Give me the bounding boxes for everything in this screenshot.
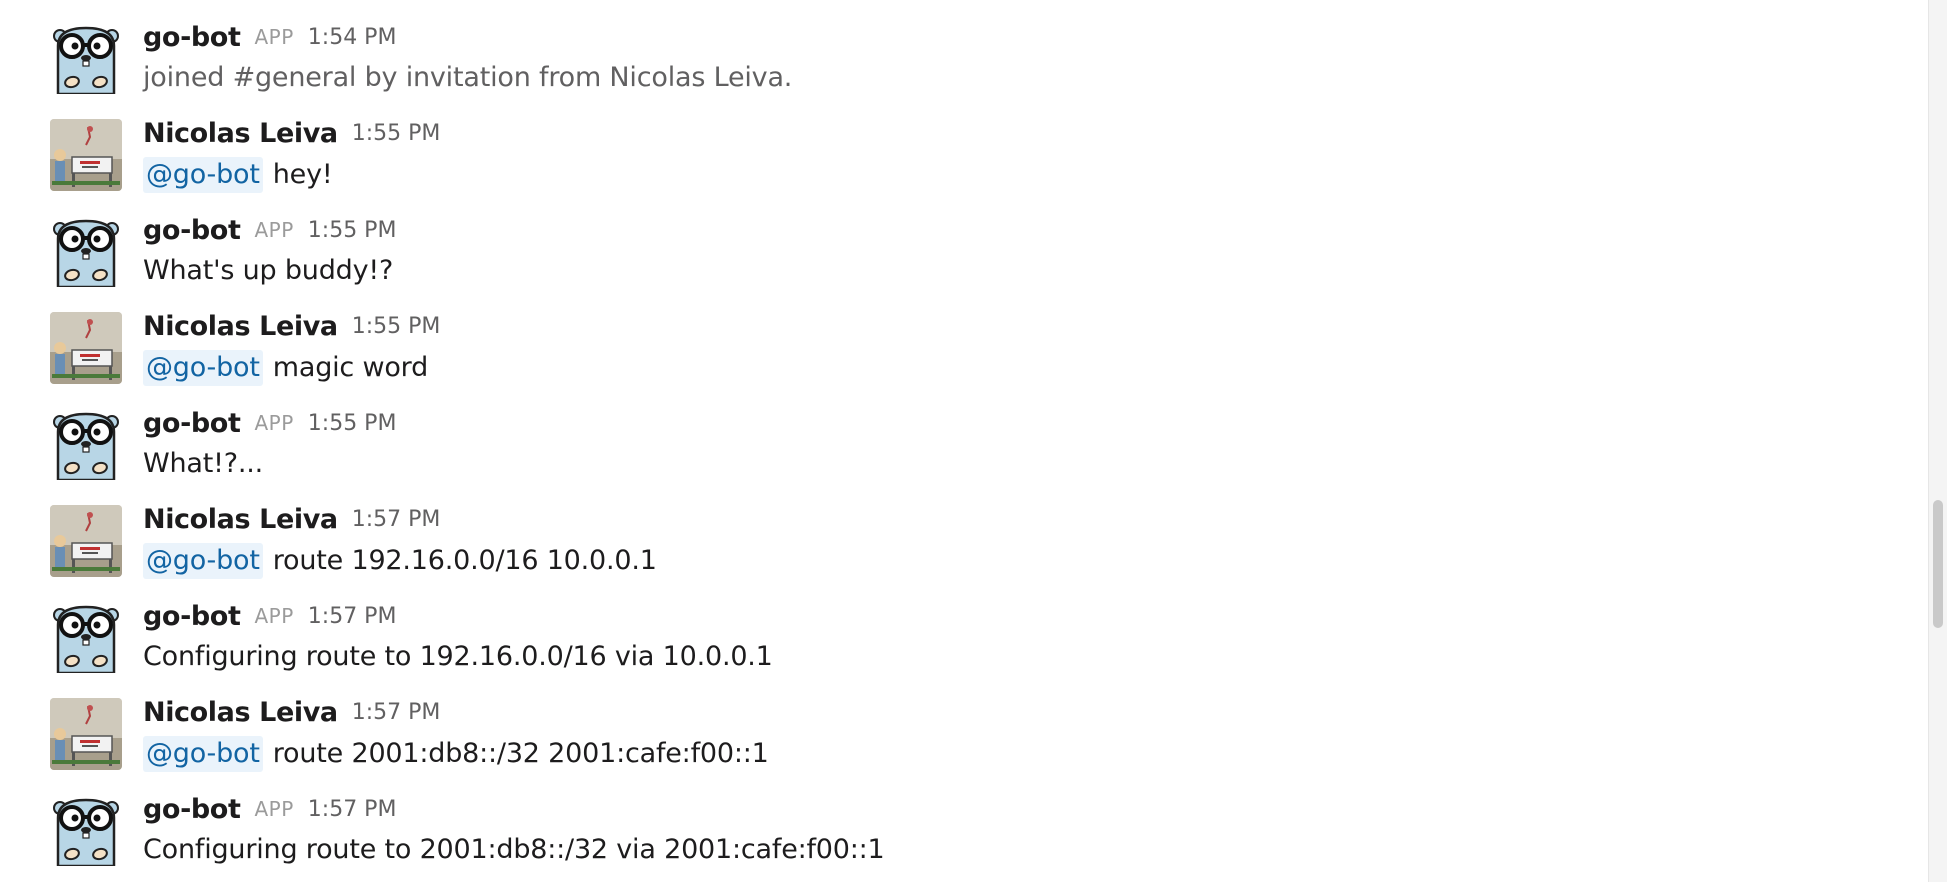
message-content: go-bot APP 1:55 PM What!?... <box>143 404 1920 482</box>
message-header: Nicolas Leiva 1:57 PM <box>143 694 1920 732</box>
message-body: Configuring route to 192.16.0.0/16 via 1… <box>143 639 1920 675</box>
message-row[interactable]: go-bot APP 1:55 PM What!?... <box>0 396 1920 493</box>
message-content: Nicolas Leiva 1:57 PM @go-bot route 2001:db… <box>143 694 1920 772</box>
message-body: @go-bot route 2001:db8::/32 2001:cafe:f00… <box>143 735 1920 772</box>
message-body: What's up buddy!? <box>143 253 1920 289</box>
gopher-glasses-icon <box>50 794 122 866</box>
message-row[interactable]: Nicolas Leiva 1:55 PM @go-bot hey! <box>0 107 1920 204</box>
message-header: Nicolas Leiva 1:57 PM <box>143 501 1920 539</box>
message-header: go-bot APP 1:57 PM <box>143 790 1920 828</box>
scrollbar[interactable] <box>1928 0 1947 882</box>
chat-viewport: go-bot APP 1:54 PM joined #general by invit… <box>0 0 1948 882</box>
message-row[interactable]: Nicolas Leiva 1:57 PM @go-bot route 192.16.… <box>0 493 1920 590</box>
message-text: Configuring route to 192.16.0.0/16 via 1… <box>143 641 773 672</box>
avatar[interactable] <box>50 794 122 866</box>
message-header: go-bot APP 1:55 PM <box>143 211 1920 249</box>
message-header: Nicolas Leiva 1:55 PM <box>143 115 1920 153</box>
message-row[interactable]: go-bot APP 1:57 PM Configuring route to 192… <box>0 589 1920 686</box>
timestamp[interactable]: 1:54 PM <box>308 25 397 50</box>
sender-name[interactable]: Nicolas Leiva <box>143 697 338 728</box>
office-illustration-icon <box>50 504 122 577</box>
message-row[interactable]: go-bot APP 1:54 PM joined #general by invit… <box>0 10 1920 107</box>
message-text: route 192.16.0.0/16 10.0.0.1 <box>272 544 657 576</box>
avatar[interactable] <box>50 697 122 770</box>
avatar[interactable] <box>50 22 122 94</box>
message-text: hey! <box>272 158 333 190</box>
message-header: go-bot APP 1:57 PM <box>143 597 1920 635</box>
avatar[interactable] <box>50 601 122 673</box>
user-mention[interactable]: @go-bot <box>143 542 263 579</box>
message-row[interactable]: Nicolas Leiva 1:55 PM @go-bot magic word <box>0 300 1920 397</box>
message-body: @go-bot route 192.16.0.0/16 10.0.0.1 <box>143 542 1920 579</box>
sender-name[interactable]: Nicolas Leiva <box>143 311 338 342</box>
scrollbar-thumb[interactable] <box>1933 500 1943 628</box>
office-illustration-icon <box>50 118 122 191</box>
avatar[interactable] <box>50 311 122 384</box>
sender-name[interactable]: go-bot <box>143 794 241 825</box>
message-list: go-bot APP 1:54 PM joined #general by invit… <box>0 10 1920 879</box>
message-content: go-bot APP 1:54 PM joined #general by invit… <box>143 18 1920 96</box>
user-mention[interactable]: @go-bot <box>143 349 263 386</box>
message-header: go-bot APP 1:55 PM <box>143 404 1920 442</box>
message-text: magic word <box>272 351 429 383</box>
gopher-glasses-icon <box>50 215 122 287</box>
avatar[interactable] <box>50 118 122 191</box>
message-text: What's up buddy!? <box>143 255 394 286</box>
message-body: @go-bot hey! <box>143 156 1920 193</box>
message-row[interactable]: go-bot APP 1:57 PM Configuring route to 200… <box>0 782 1920 879</box>
avatar[interactable] <box>50 215 122 287</box>
office-illustration-icon <box>50 697 122 770</box>
message-body: joined #general by invitation from Nicol… <box>143 60 1920 96</box>
gopher-glasses-icon <box>50 22 122 94</box>
app-badge: APP <box>254 604 294 628</box>
timestamp[interactable]: 1:57 PM <box>352 507 441 532</box>
gopher-glasses-icon <box>50 601 122 673</box>
message-row[interactable]: Nicolas Leiva 1:57 PM @go-bot route 2001:db… <box>0 686 1920 783</box>
message-content: Nicolas Leiva 1:55 PM @go-bot magic word <box>143 308 1920 386</box>
app-badge: APP <box>254 25 294 49</box>
message-content: Nicolas Leiva 1:55 PM @go-bot hey! <box>143 115 1920 193</box>
message-header: Nicolas Leiva 1:55 PM <box>143 308 1920 346</box>
sender-name[interactable]: go-bot <box>143 215 241 246</box>
timestamp[interactable]: 1:55 PM <box>308 411 397 436</box>
avatar[interactable] <box>50 408 122 480</box>
timestamp[interactable]: 1:57 PM <box>308 604 397 629</box>
app-badge: APP <box>254 411 294 435</box>
sender-name[interactable]: Nicolas Leiva <box>143 118 338 149</box>
message-header: go-bot APP 1:54 PM <box>143 18 1920 56</box>
timestamp[interactable]: 1:55 PM <box>352 121 441 146</box>
sender-name[interactable]: go-bot <box>143 22 241 53</box>
timestamp[interactable]: 1:57 PM <box>352 700 441 725</box>
timestamp[interactable]: 1:55 PM <box>352 314 441 339</box>
message-body: What!?... <box>143 446 1920 482</box>
timestamp[interactable]: 1:55 PM <box>308 218 397 243</box>
user-mention[interactable]: @go-bot <box>143 735 263 772</box>
sender-name[interactable]: go-bot <box>143 408 241 439</box>
message-content: go-bot APP 1:57 PM Configuring route to 192… <box>143 597 1920 675</box>
message-text: What!?... <box>143 448 264 479</box>
message-row[interactable]: go-bot APP 1:55 PM What's up buddy!? <box>0 203 1920 300</box>
message-content: go-bot APP 1:57 PM Configuring route to 200… <box>143 790 1920 868</box>
office-illustration-icon <box>50 311 122 384</box>
avatar[interactable] <box>50 504 122 577</box>
user-mention[interactable]: @go-bot <box>143 156 263 193</box>
message-text: joined #general by invitation from Nicol… <box>143 62 793 93</box>
message-body: Configuring route to 2001:db8::/32 via 2… <box>143 832 1920 868</box>
timestamp[interactable]: 1:57 PM <box>308 797 397 822</box>
gopher-glasses-icon <box>50 408 122 480</box>
message-content: go-bot APP 1:55 PM What's up buddy!? <box>143 211 1920 289</box>
sender-name[interactable]: go-bot <box>143 601 241 632</box>
message-content: Nicolas Leiva 1:57 PM @go-bot route 192.16.… <box>143 501 1920 579</box>
message-body: @go-bot magic word <box>143 349 1920 386</box>
sender-name[interactable]: Nicolas Leiva <box>143 504 338 535</box>
message-text: Configuring route to 2001:db8::/32 via 2… <box>143 834 885 865</box>
app-badge: APP <box>254 218 294 242</box>
app-badge: APP <box>254 797 294 821</box>
message-text: route 2001:db8::/32 2001:cafe:f00::1 <box>272 737 769 769</box>
